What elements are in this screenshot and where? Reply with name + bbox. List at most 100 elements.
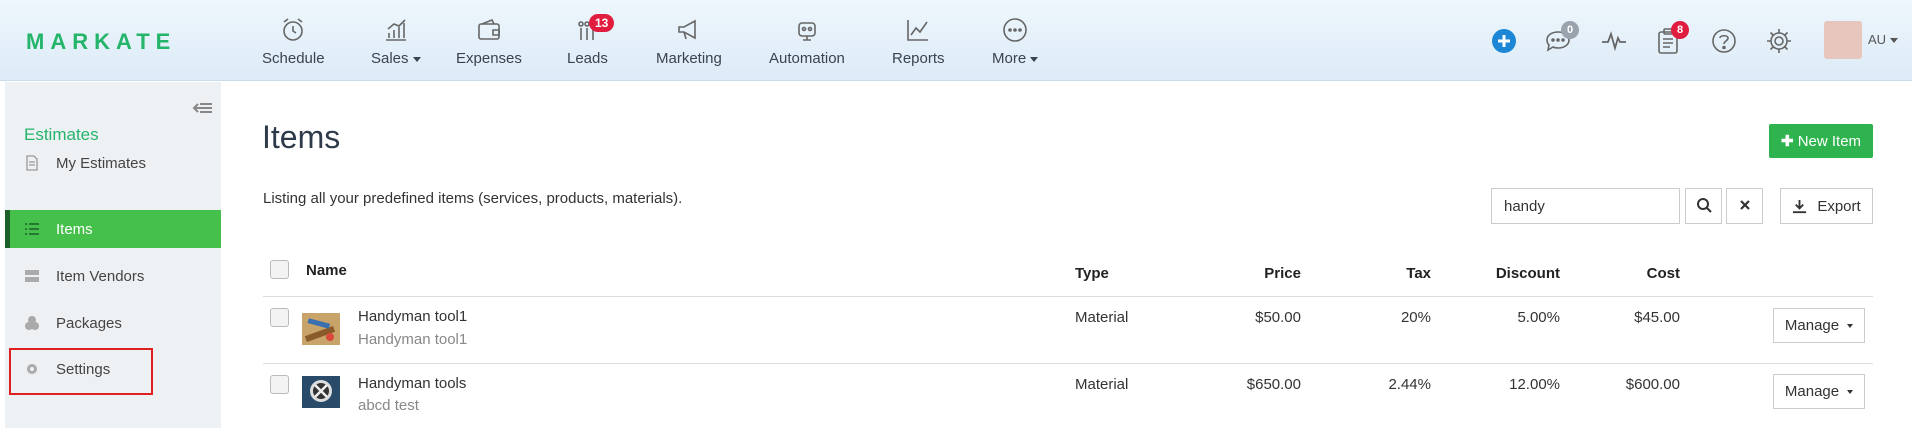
wallet-icon [478, 18, 500, 40]
item-discount: 12.00% [1509, 376, 1560, 393]
nav-sales[interactable]: Sales [371, 16, 421, 70]
column-header-discount[interactable]: Discount [1460, 265, 1560, 282]
manage-label: Manage [1784, 317, 1840, 334]
collapse-left-icon [192, 103, 212, 113]
item-price: $650.00 [1246, 376, 1301, 393]
export-button[interactable]: Export [1780, 188, 1873, 224]
settings-button[interactable] [1764, 26, 1794, 56]
row-checkbox[interactable] [270, 375, 289, 394]
tasks-button[interactable]: 8 [1653, 21, 1689, 56]
nav-label: Reports [892, 50, 945, 67]
sidebar-item-packages[interactable]: Packages [5, 304, 221, 342]
sidebar-title: Estimates [24, 125, 99, 144]
nav-label: Leads [567, 50, 608, 67]
column-header-type[interactable]: Type [1075, 265, 1109, 282]
item-name[interactable]: Handyman tool1 [358, 308, 467, 325]
manage-dropdown-button[interactable]: Manage [1773, 374, 1865, 409]
column-header-tax[interactable]: Tax [1330, 265, 1431, 282]
plus-icon: ✚ [1780, 133, 1794, 150]
sidebar-item-label: Settings [56, 360, 111, 378]
nav-label: Marketing [656, 50, 722, 67]
nav-marketing[interactable]: Marketing [656, 16, 722, 70]
chat-count-badge: 0 [1561, 21, 1579, 39]
help-icon [1712, 29, 1736, 53]
close-icon [1739, 199, 1750, 210]
add-new-button[interactable] [1489, 26, 1519, 56]
sidebar-item-label: My Estimates [56, 154, 147, 172]
nav-leads[interactable]: 13 Leads [567, 14, 615, 70]
markate-logo[interactable]: MARKATE [26, 29, 176, 55]
sidebar-item-item-vendors[interactable]: Item Vendors [5, 257, 221, 295]
item-name[interactable]: Handyman tools [358, 375, 466, 392]
clear-search-button[interactable] [1726, 188, 1763, 224]
more-dots-icon [1003, 18, 1027, 42]
nav-expenses[interactable]: Expenses [456, 16, 522, 70]
sidebar-item-label: Item Vendors [56, 267, 145, 285]
select-all-checkbox[interactable] [270, 260, 289, 279]
megaphone-icon [678, 19, 696, 40]
item-thumbnail[interactable] [302, 376, 340, 408]
page-subtitle: Listing all your predefined items (servi… [263, 190, 683, 207]
sidebar-item-my-estimates[interactable]: My Estimates [5, 144, 221, 182]
nav-reports[interactable]: Reports [892, 16, 945, 70]
divider [263, 296, 1873, 297]
manage-dropdown-button[interactable]: Manage [1773, 308, 1865, 343]
divider [263, 363, 1873, 364]
search-button[interactable] [1685, 188, 1722, 224]
nav-label: Expenses [456, 50, 522, 67]
item-tax: 20% [1400, 309, 1431, 326]
help-button[interactable] [1709, 26, 1739, 56]
item-description: abcd test [358, 397, 419, 414]
item-thumbnail[interactable] [302, 313, 340, 345]
sidebar-item-settings[interactable]: Settings [5, 350, 221, 388]
tasks-count-badge: 8 [1671, 21, 1689, 39]
sidebar-item-label: Items [56, 220, 93, 238]
nav-more[interactable]: More [992, 16, 1039, 70]
activity-button[interactable] [1599, 26, 1629, 56]
export-label: Export [1817, 197, 1861, 215]
chat-button[interactable]: 0 [1543, 21, 1579, 56]
nav-label: More [992, 50, 1027, 67]
boxes-icon [25, 316, 39, 330]
item-price: $50.00 [1255, 309, 1301, 326]
search-icon [1696, 197, 1712, 213]
collapse-sidebar-button[interactable] [192, 98, 214, 118]
nav-label: Automation [769, 50, 845, 67]
new-item-label: New Item [1797, 133, 1862, 150]
chevron-down-icon [1890, 38, 1899, 44]
nav-automation[interactable]: Automation [769, 16, 845, 70]
nav-label: Schedule [262, 50, 325, 67]
row-checkbox[interactable] [270, 308, 289, 327]
column-header-cost[interactable]: Cost [1580, 265, 1680, 282]
item-cost: $600.00 [1625, 376, 1680, 393]
chevron-down-icon [1847, 390, 1854, 395]
nav-schedule[interactable]: Schedule [262, 16, 325, 70]
nav-label: Sales [371, 50, 409, 67]
alarm-clock-icon [283, 18, 304, 41]
robot-icon [798, 22, 816, 41]
item-description: Handyman tool1 [358, 331, 468, 348]
plus-circle-icon [1492, 29, 1516, 53]
avatar[interactable] [1824, 21, 1862, 59]
item-discount: 5.00% [1517, 309, 1560, 326]
item-type: Material [1075, 376, 1129, 393]
leads-count-badge: 13 [589, 14, 615, 32]
chevron-down-icon [1847, 324, 1854, 329]
pulse-icon [1602, 31, 1626, 52]
search-input[interactable] [1491, 188, 1680, 224]
sidebar-item-items[interactable]: Items [5, 210, 221, 248]
user-menu[interactable]: AU [1868, 32, 1899, 47]
page-title: Items [262, 119, 341, 155]
gear-icon [27, 364, 37, 374]
top-navbar: MARKATE Schedule Sales Expenses 13 Leads… [0, 0, 1912, 81]
manage-label: Manage [1784, 383, 1840, 400]
download-icon [1793, 199, 1807, 213]
item-tax: 2.44% [1388, 376, 1431, 393]
server-icon [25, 270, 39, 282]
column-header-name[interactable]: Name [306, 262, 347, 279]
column-header-price[interactable]: Price [1200, 265, 1301, 282]
chevron-down-icon [1030, 56, 1039, 62]
chevron-down-icon [412, 56, 421, 62]
new-item-button[interactable]: ✚ New Item [1769, 124, 1873, 158]
bar-chart-icon [385, 19, 406, 41]
